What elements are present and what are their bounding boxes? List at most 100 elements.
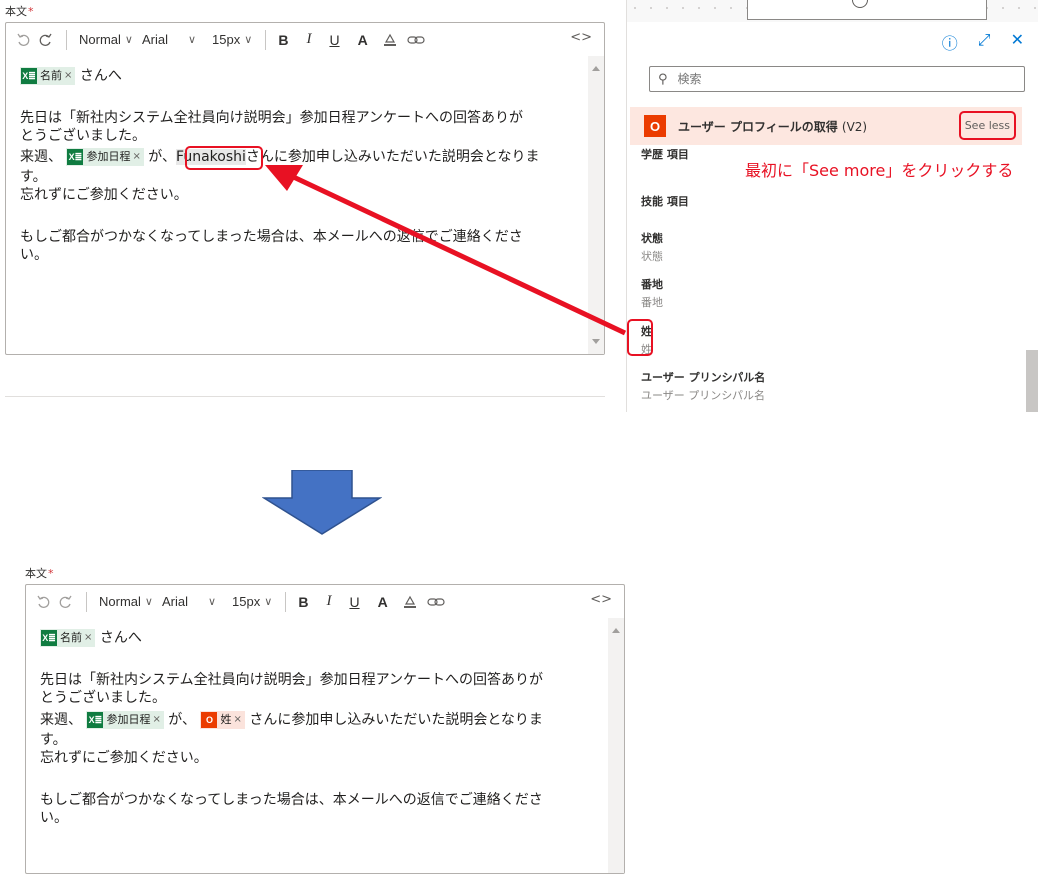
body-line: 忘れずにご参加ください。	[20, 187, 188, 203]
remove-token-icon[interactable]: ×	[64, 67, 72, 85]
link-button[interactable]	[427, 590, 445, 614]
toolbar-divider	[285, 591, 287, 612]
paragraph-style-dropdown[interactable]: Normal ∨	[99, 590, 153, 614]
highlight-button[interactable]	[402, 590, 418, 614]
code-view-button[interactable]: <>	[590, 592, 612, 607]
action-title: ユーザー プロフィールの取得 (V2)	[678, 119, 868, 134]
flow-canvas	[627, 0, 1038, 22]
rich-text-editor-after[interactable]: Normal ∨ Arial ∨ 15px ∨ B I U A <> X≣ 名前 × さん…	[25, 584, 625, 874]
toolbar-divider	[265, 29, 267, 50]
remove-token-icon[interactable]: ×	[152, 711, 160, 729]
undo-button[interactable]	[16, 28, 30, 52]
dynamic-token-name[interactable]: X≣ 名前 ×	[20, 67, 76, 85]
underline-button[interactable]: U	[329, 28, 339, 52]
italic-button[interactable]: I	[306, 28, 311, 52]
redo-button[interactable]	[39, 28, 53, 52]
redo-button[interactable]	[59, 590, 73, 614]
divider	[5, 396, 605, 397]
remove-token-icon[interactable]: ×	[84, 629, 92, 647]
code-view-button[interactable]: <>	[570, 30, 592, 45]
undo-icon	[17, 33, 30, 46]
body-line: とうございました。	[40, 690, 166, 706]
font-color-button[interactable]: A	[378, 590, 388, 614]
dynamic-item[interactable]: ユーザー プリンシパル名 ユーザー プリンシパル名	[641, 369, 765, 403]
highlight-icon	[403, 595, 416, 608]
body-line: とうございました。	[20, 128, 146, 144]
toolbar-divider	[86, 591, 87, 612]
search-icon: ⚲	[658, 71, 668, 87]
italic-button[interactable]: I	[326, 590, 331, 614]
see-less-button[interactable]: See less	[958, 111, 1016, 140]
editor-toolbar: Normal ∨ Arial ∨ 15px ∨ B I U A <>	[6, 23, 604, 56]
link-button[interactable]	[407, 28, 425, 52]
dynamic-item[interactable]: 状態 状態	[641, 230, 663, 264]
chevron-down-icon: ∨	[244, 33, 253, 46]
search-input[interactable]	[675, 71, 976, 87]
panel-controls: ⓘ ⤢ ✕	[942, 30, 1024, 54]
greeting-line: X≣ 名前 × さんへ	[40, 629, 142, 647]
link-icon	[427, 597, 445, 606]
search-box[interactable]: ⚲	[649, 66, 1025, 92]
body-line: 来週、 X≣ 参加日程 × が、 O 姓 × さんに参加申し込みいただいた説明会となりま	[40, 711, 543, 729]
scroll-up-icon[interactable]	[592, 66, 600, 71]
panel-scrollbar-thumb[interactable]	[1026, 350, 1038, 412]
excel-icon: X≣	[21, 68, 37, 84]
dynamic-token-surname[interactable]: O 姓 ×	[200, 711, 245, 729]
excel-icon: X≣	[87, 712, 104, 728]
office365-icon: O	[644, 115, 666, 137]
body-line: い。	[20, 247, 48, 263]
paragraph-style-dropdown[interactable]: Normal ∨	[79, 28, 133, 52]
expand-icon[interactable]: ⤢	[978, 30, 991, 54]
info-icon[interactable]: ⓘ	[942, 30, 958, 54]
dynamic-token-date[interactable]: X≣ 参加日程 ×	[66, 148, 144, 166]
body-field-label: 本文*	[5, 5, 34, 18]
dynamic-item[interactable]: 技能 項目	[641, 193, 689, 209]
dynamic-content-panel: ⓘ ⤢ ✕ ⚲ O ユーザー プロフィールの取得 (V2) See less 学…	[626, 0, 1038, 412]
link-icon	[407, 35, 425, 44]
highlight-button[interactable]	[382, 28, 398, 52]
annotation-text: 最初に「See more」をクリックする	[745, 161, 1014, 180]
excel-icon: X≣	[41, 630, 57, 646]
action-header-get-user-profile[interactable]: O ユーザー プロフィールの取得 (V2) See less	[630, 107, 1022, 145]
redo-icon	[59, 595, 72, 608]
body-line: い。	[40, 810, 68, 826]
highlight-box-literal	[185, 146, 263, 170]
chevron-down-icon: ∨	[264, 595, 273, 608]
editor-scrollbar[interactable]	[608, 618, 624, 873]
undo-button[interactable]	[36, 590, 50, 614]
bold-button[interactable]: B	[298, 590, 308, 614]
chevron-down-icon: ∨	[207, 595, 217, 608]
dynamic-token-name[interactable]: X≣ 名前 ×	[40, 629, 96, 647]
remove-token-icon[interactable]: ×	[132, 148, 140, 166]
down-arrow-icon	[262, 470, 382, 535]
body-line: す。	[20, 169, 47, 185]
remove-token-icon[interactable]: ×	[233, 711, 241, 729]
close-icon[interactable]: ✕	[1011, 30, 1024, 54]
body-line: す。	[40, 732, 67, 748]
body-field-label: 本文*	[25, 567, 54, 580]
office365-icon: O	[201, 712, 218, 728]
redo-icon	[39, 33, 52, 46]
annotation-arrow	[265, 165, 627, 336]
scroll-up-icon[interactable]	[612, 628, 620, 633]
chevron-down-icon: ∨	[144, 595, 153, 608]
font-dropdown[interactable]: Arial ∨	[142, 28, 196, 52]
dynamic-item-partial[interactable]: 学歴 項目	[641, 146, 689, 162]
toolbar-divider	[66, 29, 67, 50]
body-line: 先日は「新社内システム全社員向け説明会」参加日程アンケートへの回答ありが	[40, 672, 544, 688]
dynamic-item[interactable]: 番地 番地	[641, 276, 663, 310]
undo-icon	[37, 595, 50, 608]
font-size-dropdown[interactable]: 15px ∨	[212, 28, 252, 52]
greeting-line: X≣ 名前 × さんへ	[20, 67, 122, 85]
chevron-down-icon: ∨	[187, 33, 197, 46]
editor-toolbar: Normal ∨ Arial ∨ 15px ∨ B I U A <>	[26, 585, 624, 618]
excel-icon: X≣	[67, 149, 84, 165]
font-size-dropdown[interactable]: 15px ∨	[232, 590, 272, 614]
underline-button[interactable]: U	[349, 590, 359, 614]
font-color-button[interactable]: A	[358, 28, 368, 52]
font-dropdown[interactable]: Arial ∨	[162, 590, 216, 614]
highlight-icon	[383, 33, 396, 46]
chevron-down-icon: ∨	[124, 33, 133, 46]
bold-button[interactable]: B	[278, 28, 288, 52]
dynamic-token-date[interactable]: X≣ 参加日程 ×	[86, 711, 164, 729]
